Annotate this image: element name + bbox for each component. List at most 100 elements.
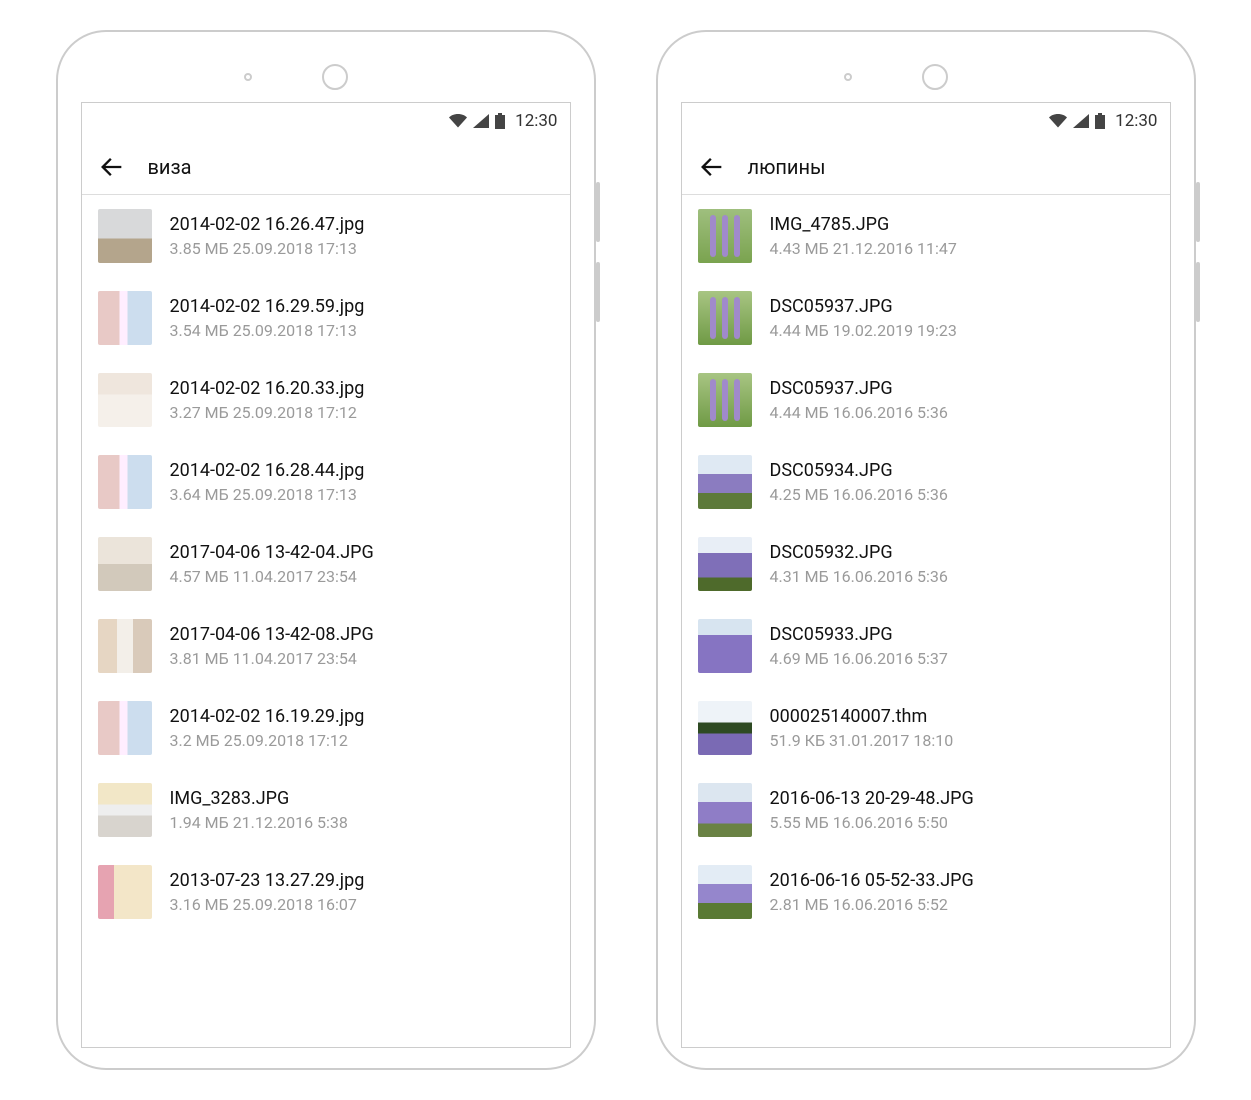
list-item[interactable]: 000025140007.thm51.9 КБ 31.01.2017 18:10 [682,687,1170,769]
file-thumbnail [698,865,752,919]
file-thumbnail [98,209,152,263]
file-meta: 3.16 МБ 25.09.2018 16:07 [170,895,365,914]
list-item[interactable]: DSC05937.JPG 4.44 МБ 19.02.2019 19:23 [682,277,1170,359]
file-meta: 3.64 МБ 25.09.2018 17:13 [170,485,365,504]
list-item[interactable]: IMG_4785.JPG4.43 МБ 21.12.2016 11:47 [682,195,1170,277]
file-list[interactable]: 2014-02-02 16.26.47.jpg3.85 МБ 25.09.201… [82,195,570,1047]
status-time: 12:30 [515,111,557,131]
list-item[interactable]: DSC05932.JPG 4.31 МБ 16.06.2016 5:36 [682,523,1170,605]
file-thumbnail [98,537,152,591]
list-item[interactable]: DSC05937.JPG 4.44 МБ 16.06.2016 5:36 [682,359,1170,441]
list-item[interactable]: DSC05934.JPG4.25 МБ 16.06.2016 5:36 [682,441,1170,523]
list-item[interactable]: IMG_3283.JPG 1.94 МБ 21.12.2016 5:38 [82,769,570,851]
list-item[interactable]: DSC05933.JPG4.69 МБ 16.06.2016 5:37 [682,605,1170,687]
file-thumbnail [698,537,752,591]
list-item[interactable]: 2017-04-06 13-42-04.JPG 4.57 МБ 11.04.201… [82,523,570,605]
file-meta: 5.55 МБ 16.06.2016 5:50 [770,813,974,832]
page-title: виза [148,155,192,179]
sensor-dot [844,73,852,81]
file-meta: 3.81 МБ 11.04.2017 23:54 [170,649,374,668]
file-text: DSC05934.JPG4.25 МБ 16.06.2016 5:36 [770,460,948,504]
phone-frame: 12:30 люпины IMG_4785.JPG4.43 МБ 21.12.2… [656,30,1196,1070]
page-title: люпины [748,155,826,179]
file-thumbnail [98,783,152,837]
list-item[interactable]: 2013-07-23 13.27.29.jpg 3.16 МБ 25.09.201… [82,851,570,933]
file-name: 2014-02-02 16.20.33.jpg [170,378,365,399]
cell-signal-icon [473,114,489,128]
file-name: IMG_3283.JPG [170,788,348,809]
file-meta: 4.57 МБ 11.04.2017 23:54 [170,567,374,586]
app-bar: виза [82,139,570,195]
file-meta: 51.9 КБ 31.01.2017 18:10 [770,731,954,750]
list-item[interactable]: 2014-02-02 16.19.29.jpg 3.2 МБ 25.09.2018… [82,687,570,769]
status-time: 12:30 [1115,111,1157,131]
file-name: 2013-07-23 13.27.29.jpg [170,870,365,891]
file-name: DSC05937.JPG [770,296,957,317]
file-name: DSC05937.JPG [770,378,948,399]
file-name: 2017-04-06 13-42-08.JPG [170,624,374,645]
battery-icon [1095,113,1105,129]
back-arrow-icon[interactable] [98,153,126,181]
list-item[interactable]: 2017-04-06 13-42-08.JPG 3.81 МБ 11.04.201… [82,605,570,687]
file-thumbnail [98,291,152,345]
file-meta: 4.44 МБ 19.02.2019 19:23 [770,321,957,340]
file-name: DSC05932.JPG [770,542,948,563]
speaker [922,64,948,90]
status-bar: 12:30 [82,103,570,139]
file-text: DSC05937.JPG 4.44 МБ 16.06.2016 5:36 [770,378,948,422]
file-name: 2014-02-02 16.19.29.jpg [170,706,365,727]
file-name: 2017-04-06 13-42-04.JPG [170,542,374,563]
list-item[interactable]: 2016-06-13 20-29-48.JPG 5.55 МБ 16.06.201… [682,769,1170,851]
file-thumbnail [98,455,152,509]
list-item[interactable]: 2014-02-02 16.28.44.jpg3.64 МБ 25.09.201… [82,441,570,523]
sensor-row [678,52,1174,102]
file-meta: 2.81 МБ 16.06.2016 5:52 [770,895,974,914]
wifi-icon [1049,114,1067,128]
file-list[interactable]: IMG_4785.JPG4.43 МБ 21.12.2016 11:47 DSC0… [682,195,1170,1047]
file-text: IMG_4785.JPG4.43 МБ 21.12.2016 11:47 [770,214,957,258]
file-thumbnail [698,619,752,673]
file-meta: 3.54 МБ 25.09.2018 17:13 [170,321,365,340]
file-meta: 3.85 МБ 25.09.2018 17:13 [170,239,365,258]
list-item[interactable]: 2014-02-02 16.20.33.jpg 3.27 МБ 25.09.201… [82,359,570,441]
list-item[interactable]: 2016-06-16 05-52-33.JPG 2.81 МБ 16.06.201… [682,851,1170,933]
file-text: 2014-02-02 16.29.59.jpg 3.54 МБ 25.09.201… [170,296,365,340]
file-text: 2014-02-02 16.26.47.jpg3.85 МБ 25.09.201… [170,214,365,258]
file-text: DSC05937.JPG 4.44 МБ 19.02.2019 19:23 [770,296,957,340]
file-thumbnail [98,619,152,673]
sensor-row [78,52,574,102]
screen: 12:30 виза 2014-02-02 16.26.47.jpg3.85 М… [81,102,571,1048]
file-text: 2014-02-02 16.20.33.jpg 3.27 МБ 25.09.201… [170,378,365,422]
file-meta: 4.25 МБ 16.06.2016 5:36 [770,485,948,504]
file-thumbnail [698,373,752,427]
battery-icon [495,113,505,129]
list-item[interactable]: 2014-02-02 16.29.59.jpg 3.54 МБ 25.09.201… [82,277,570,359]
status-bar: 12:30 [682,103,1170,139]
file-meta: 4.31 МБ 16.06.2016 5:36 [770,567,948,586]
phone-frame: 12:30 виза 2014-02-02 16.26.47.jpg3.85 М… [56,30,596,1070]
file-text: 2016-06-16 05-52-33.JPG 2.81 МБ 16.06.201… [770,870,974,914]
file-name: DSC05933.JPG [770,624,948,645]
wifi-icon [449,114,467,128]
file-thumbnail [98,373,152,427]
file-name: 2014-02-02 16.29.59.jpg [170,296,365,317]
file-text: 2016-06-13 20-29-48.JPG 5.55 МБ 16.06.201… [770,788,974,832]
file-text: 2017-04-06 13-42-04.JPG 4.57 МБ 11.04.201… [170,542,374,586]
file-thumbnail [698,701,752,755]
cell-signal-icon [1073,114,1089,128]
file-meta: 4.44 МБ 16.06.2016 5:36 [770,403,948,422]
file-text: 2017-04-06 13-42-08.JPG 3.81 МБ 11.04.201… [170,624,374,668]
file-meta: 4.43 МБ 21.12.2016 11:47 [770,239,957,258]
list-item[interactable]: 2014-02-02 16.26.47.jpg3.85 МБ 25.09.201… [82,195,570,277]
file-thumbnail [698,291,752,345]
file-text: 2014-02-02 16.28.44.jpg3.64 МБ 25.09.201… [170,460,365,504]
file-text: 2013-07-23 13.27.29.jpg 3.16 МБ 25.09.201… [170,870,365,914]
file-meta: 1.94 МБ 21.12.2016 5:38 [170,813,348,832]
file-meta: 3.2 МБ 25.09.2018 17:12 [170,731,365,750]
file-text: IMG_3283.JPG 1.94 МБ 21.12.2016 5:38 [170,788,348,832]
file-name: 2016-06-16 05-52-33.JPG [770,870,974,891]
back-arrow-icon[interactable] [698,153,726,181]
file-thumbnail [698,783,752,837]
file-meta: 3.27 МБ 25.09.2018 17:12 [170,403,365,422]
file-name: 2016-06-13 20-29-48.JPG [770,788,974,809]
